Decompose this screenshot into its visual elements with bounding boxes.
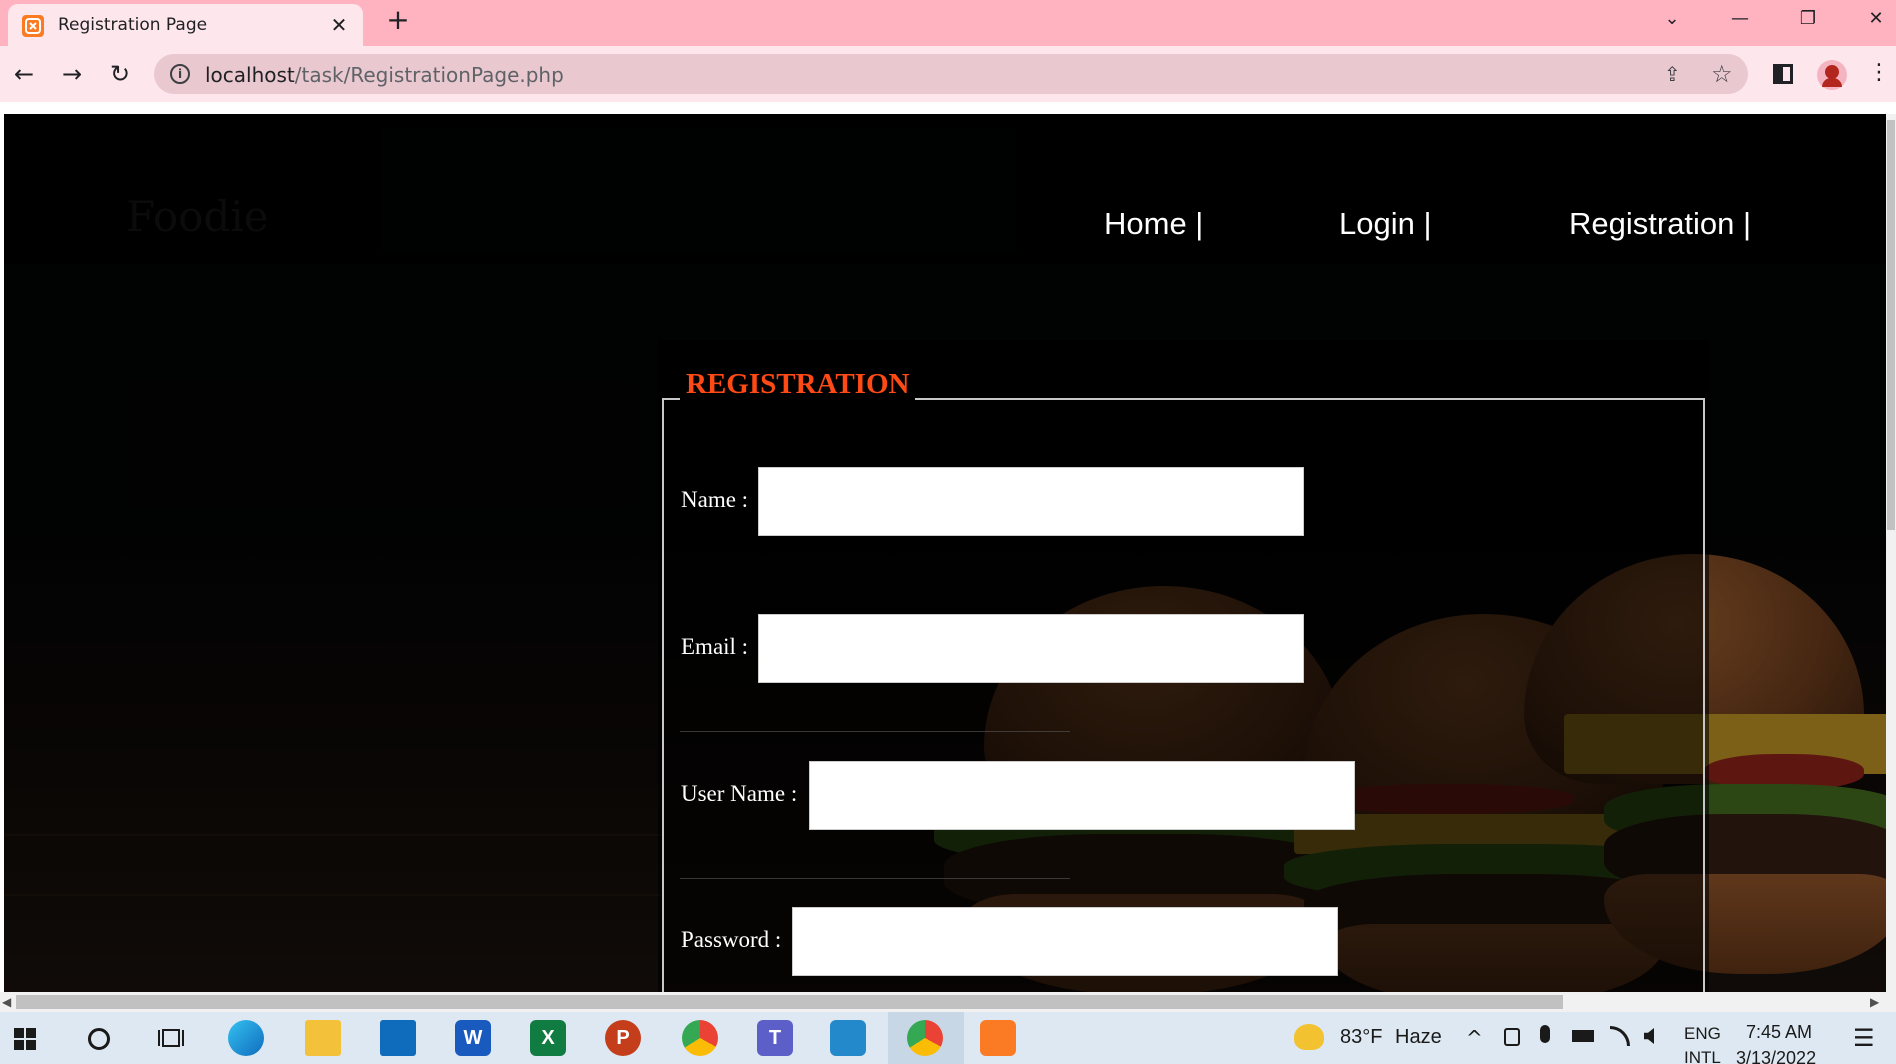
browser-tab-registration[interactable]: Registration Page ✕	[8, 4, 363, 46]
windows-taskbar: W X P T 83°F Haze ^ ENG INTL 7:45 AM 3/1…	[0, 1012, 1896, 1064]
nav-link-registration[interactable]: Registration |	[1569, 206, 1751, 242]
vertical-scrollbar[interactable]	[1886, 114, 1896, 992]
username-input[interactable]	[809, 761, 1355, 830]
restore-button[interactable]: ❐	[1788, 4, 1828, 34]
microphone-icon[interactable]	[1540, 1025, 1550, 1043]
xampp-icon[interactable]	[980, 1020, 1016, 1056]
chrome-icon[interactable]	[682, 1020, 718, 1056]
back-button[interactable]: ←	[8, 58, 40, 90]
email-label: Email :	[681, 634, 749, 659]
nav-link-home[interactable]: Home |	[1104, 206, 1203, 242]
battery-icon[interactable]	[1572, 1030, 1594, 1042]
windows-start-icon[interactable]	[14, 1028, 36, 1050]
new-tab-button[interactable]: +	[383, 6, 413, 36]
tab-search-icon[interactable]: ⌄	[1652, 4, 1692, 34]
side-panel-icon[interactable]	[1773, 64, 1793, 84]
page-viewport: Foodie Home | Login | Registration | REG…	[4, 114, 1886, 992]
keyboard-layout[interactable]: INTL	[1684, 1048, 1721, 1064]
meet-now-icon[interactable]	[1504, 1028, 1520, 1046]
cortana-search-icon[interactable]	[88, 1028, 110, 1050]
tab-title: Registration Page	[58, 15, 208, 35]
weather-description[interactable]: Haze	[1395, 1026, 1442, 1049]
teams-icon[interactable]: T	[757, 1020, 793, 1056]
name-input[interactable]	[758, 467, 1304, 536]
horizontal-scrollbar-thumb[interactable]	[16, 995, 1563, 1009]
clock-date[interactable]: 3/13/2022	[1736, 1048, 1816, 1064]
scroll-left-icon[interactable]: ◀	[2, 995, 11, 1009]
url-text: localhost/task/RegistrationPage.php	[205, 63, 564, 87]
field-separator	[680, 878, 1070, 879]
weather-icon[interactable]	[1294, 1024, 1324, 1050]
xampp-favicon-icon	[22, 15, 44, 37]
excel-icon[interactable]: X	[530, 1020, 566, 1056]
browser-menu-icon[interactable]: ⋮	[1868, 60, 1890, 85]
clock-time[interactable]: 7:45 AM	[1746, 1022, 1812, 1043]
browser-toolbar: ← → ↻ i localhost/task/RegistrationPage.…	[0, 46, 1896, 102]
file-explorer-icon[interactable]	[305, 1020, 341, 1056]
bookmark-star-icon[interactable]: ☆	[1711, 60, 1733, 88]
scroll-right-icon[interactable]: ▶	[1870, 995, 1879, 1009]
reload-button[interactable]: ↻	[104, 58, 136, 90]
weather-temperature[interactable]: 83°F	[1340, 1026, 1382, 1049]
email-input[interactable]	[758, 614, 1304, 683]
url-path: /task/RegistrationPage.php	[294, 63, 564, 87]
address-bar[interactable]: i localhost/task/RegistrationPage.php ⇪ …	[154, 54, 1748, 94]
word-icon[interactable]: W	[455, 1020, 491, 1056]
forward-button[interactable]: →	[56, 58, 88, 90]
browser-tab-strip: Registration Page ✕ + ⌄ — ❐ ✕	[0, 0, 1896, 46]
vscode-icon[interactable]	[830, 1020, 866, 1056]
field-separator	[680, 731, 1070, 732]
share-icon[interactable]: ⇪	[1664, 62, 1681, 86]
horizontal-scrollbar[interactable]: ◀ ▶	[0, 992, 1896, 1012]
name-label: Name :	[681, 487, 749, 512]
volume-icon[interactable]	[1644, 1028, 1654, 1044]
chrome-profile-icon[interactable]	[907, 1020, 943, 1056]
nav-link-login[interactable]: Login |	[1339, 206, 1432, 242]
minimize-button[interactable]: —	[1720, 4, 1760, 34]
tab-close-icon[interactable]: ✕	[326, 12, 352, 38]
task-view-icon[interactable]	[158, 1026, 184, 1050]
wifi-icon[interactable]	[1610, 1026, 1630, 1046]
window-close-button[interactable]: ✕	[1856, 4, 1896, 34]
profile-avatar[interactable]	[1817, 60, 1847, 90]
toolbar-divider	[0, 102, 1896, 114]
site-info-icon[interactable]: i	[170, 64, 190, 84]
vertical-scrollbar-thumb[interactable]	[1887, 120, 1895, 530]
notification-center-icon[interactable]: ☰	[1853, 1024, 1875, 1052]
password-label: Password :	[681, 927, 782, 952]
url-host: localhost	[205, 63, 295, 87]
language-code[interactable]: ENG	[1684, 1024, 1721, 1044]
mail-icon[interactable]	[380, 1020, 416, 1056]
tray-overflow-chevron-icon[interactable]: ^	[1466, 1026, 1483, 1050]
edge-icon[interactable]	[228, 1020, 264, 1056]
username-label: User Name :	[681, 781, 798, 806]
registration-legend: REGISTRATION	[680, 368, 916, 401]
site-logo: Foodie	[126, 192, 269, 241]
powerpoint-icon[interactable]: P	[605, 1020, 641, 1056]
password-input[interactable]	[792, 907, 1338, 976]
site-header: Foodie Home | Login | Registration |	[4, 114, 1886, 264]
